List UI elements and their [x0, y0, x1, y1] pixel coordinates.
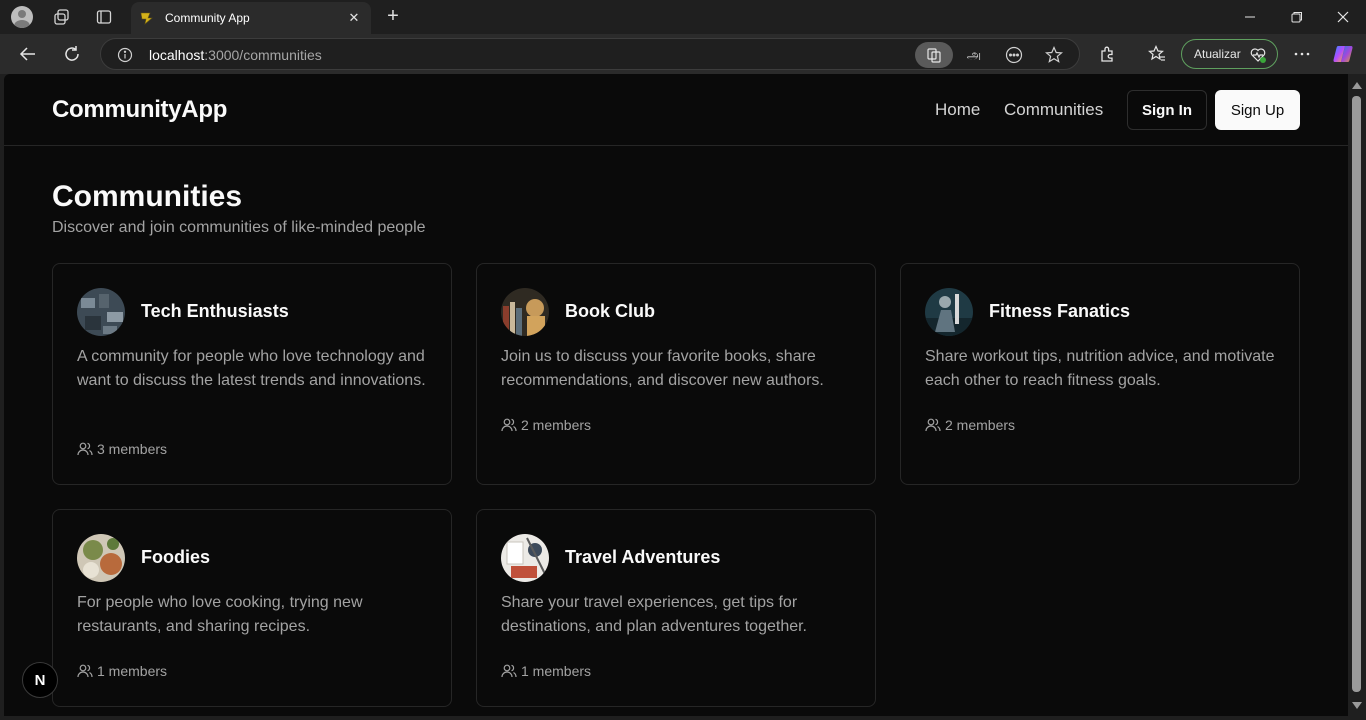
update-button[interactable]: Atualizar	[1181, 39, 1278, 69]
community-avatar	[501, 534, 549, 582]
community-card[interactable]: Foodies For people who love cooking, try…	[52, 509, 452, 707]
users-icon	[925, 417, 941, 433]
tab-title: Community App	[165, 11, 250, 25]
health-icon	[1249, 46, 1267, 67]
community-card[interactable]: Tech Enthusiasts A community for people …	[52, 263, 452, 485]
close-window-icon[interactable]	[1329, 5, 1357, 29]
member-count: 2 members	[925, 417, 1015, 433]
nextjs-dev-badge[interactable]: N	[22, 662, 58, 698]
community-name: Travel Adventures	[565, 547, 721, 567]
scroll-up-icon[interactable]	[1352, 82, 1362, 89]
community-avatar	[77, 288, 125, 336]
member-count: 2 members	[501, 417, 591, 433]
community-description: A community for people who love technolo…	[77, 348, 426, 389]
brand-logo[interactable]: CommunityApp	[52, 96, 227, 124]
nav-link-home[interactable]: Home	[935, 100, 980, 120]
member-count: 3 members	[77, 441, 167, 457]
address-bar[interactable]: localhost:3000/communities அ	[100, 38, 1080, 70]
restore-icon[interactable]	[1283, 5, 1311, 29]
copilot-icon[interactable]	[1331, 42, 1355, 66]
member-count-label: 1 members	[97, 663, 168, 679]
close-tab-icon[interactable]: ✕	[345, 9, 363, 27]
minimize-icon[interactable]	[1236, 5, 1264, 29]
community-avatar	[501, 288, 549, 336]
tab-strip: Community App ✕ +	[0, 0, 1366, 34]
favicon-icon	[139, 10, 155, 26]
users-icon	[77, 441, 93, 457]
tab-actions-icon[interactable]	[92, 5, 116, 29]
scrollbar-thumb[interactable]	[1352, 96, 1361, 692]
browser-toolbar: localhost:3000/communities அ Atualizar	[0, 34, 1366, 74]
translate-icon[interactable]: அ	[961, 42, 987, 68]
community-card[interactable]: Travel Adventures Share your travel expe…	[476, 509, 876, 707]
community-name: Tech Enthusiasts	[141, 301, 289, 321]
community-description: For people who love cooking, trying new …	[77, 594, 363, 635]
page-title: Communities	[52, 180, 243, 213]
page-subtitle: Discover and join communities of like-mi…	[52, 219, 426, 236]
url-text: localhost:3000/communities	[149, 47, 322, 63]
community-name: Fitness Fanatics	[989, 301, 1131, 321]
community-description: Share workout tips, nutrition advice, an…	[925, 348, 1275, 389]
member-count-label: 1 members	[521, 663, 592, 679]
workspaces-icon[interactable]	[50, 5, 74, 29]
member-count-label: 3 members	[97, 441, 168, 457]
scroll-down-icon[interactable]	[1352, 702, 1362, 709]
community-name: Book Club	[565, 301, 655, 321]
community-avatar	[77, 534, 125, 582]
browser-window: Community App ✕ + localhost:3000/communi…	[0, 0, 1366, 720]
new-tab-icon[interactable]: +	[382, 5, 404, 27]
nav-link-communities[interactable]: Communities	[1004, 100, 1103, 120]
page-scrollbar[interactable]	[1348, 74, 1366, 716]
update-label: Atualizar	[1194, 47, 1241, 61]
more-tools-icon[interactable]	[1001, 42, 1027, 68]
sign-in-button[interactable]: Sign In	[1127, 90, 1207, 130]
users-icon	[77, 663, 93, 679]
community-description: Join us to discuss your favorite books, …	[501, 348, 824, 389]
favorite-star-icon[interactable]	[1041, 42, 1067, 68]
member-count-label: 2 members	[521, 417, 592, 433]
community-description: Share your travel experiences, get tips …	[501, 594, 807, 635]
community-name: Foodies	[141, 547, 211, 567]
profile-avatar-icon[interactable]	[10, 5, 34, 29]
read-aloud-icon[interactable]	[915, 42, 953, 68]
users-icon	[501, 417, 517, 433]
sign-up-button[interactable]: Sign Up	[1215, 90, 1300, 130]
site-header: CommunityApp Home Communities Sign In Si…	[4, 74, 1348, 146]
member-count: 1 members	[77, 663, 167, 679]
favorites-icon[interactable]	[1145, 42, 1169, 66]
community-avatar	[925, 288, 973, 336]
member-count: 1 members	[501, 663, 591, 679]
users-icon	[501, 663, 517, 679]
settings-more-icon[interactable]	[1290, 42, 1314, 66]
extensions-icon[interactable]	[1096, 42, 1120, 66]
refresh-icon[interactable]	[60, 42, 84, 66]
community-card[interactable]: Book Club Join us to discuss your favori…	[476, 263, 876, 485]
page-viewport: CommunityApp Home Communities Sign In Si…	[4, 74, 1348, 716]
tab-community-app[interactable]: Community App ✕	[131, 2, 371, 34]
community-card[interactable]: Fitness Fanatics Share workout tips, nut…	[900, 263, 1300, 485]
back-icon[interactable]	[16, 42, 40, 66]
site-info-icon[interactable]	[115, 45, 135, 65]
member-count-label: 2 members	[945, 417, 1016, 433]
